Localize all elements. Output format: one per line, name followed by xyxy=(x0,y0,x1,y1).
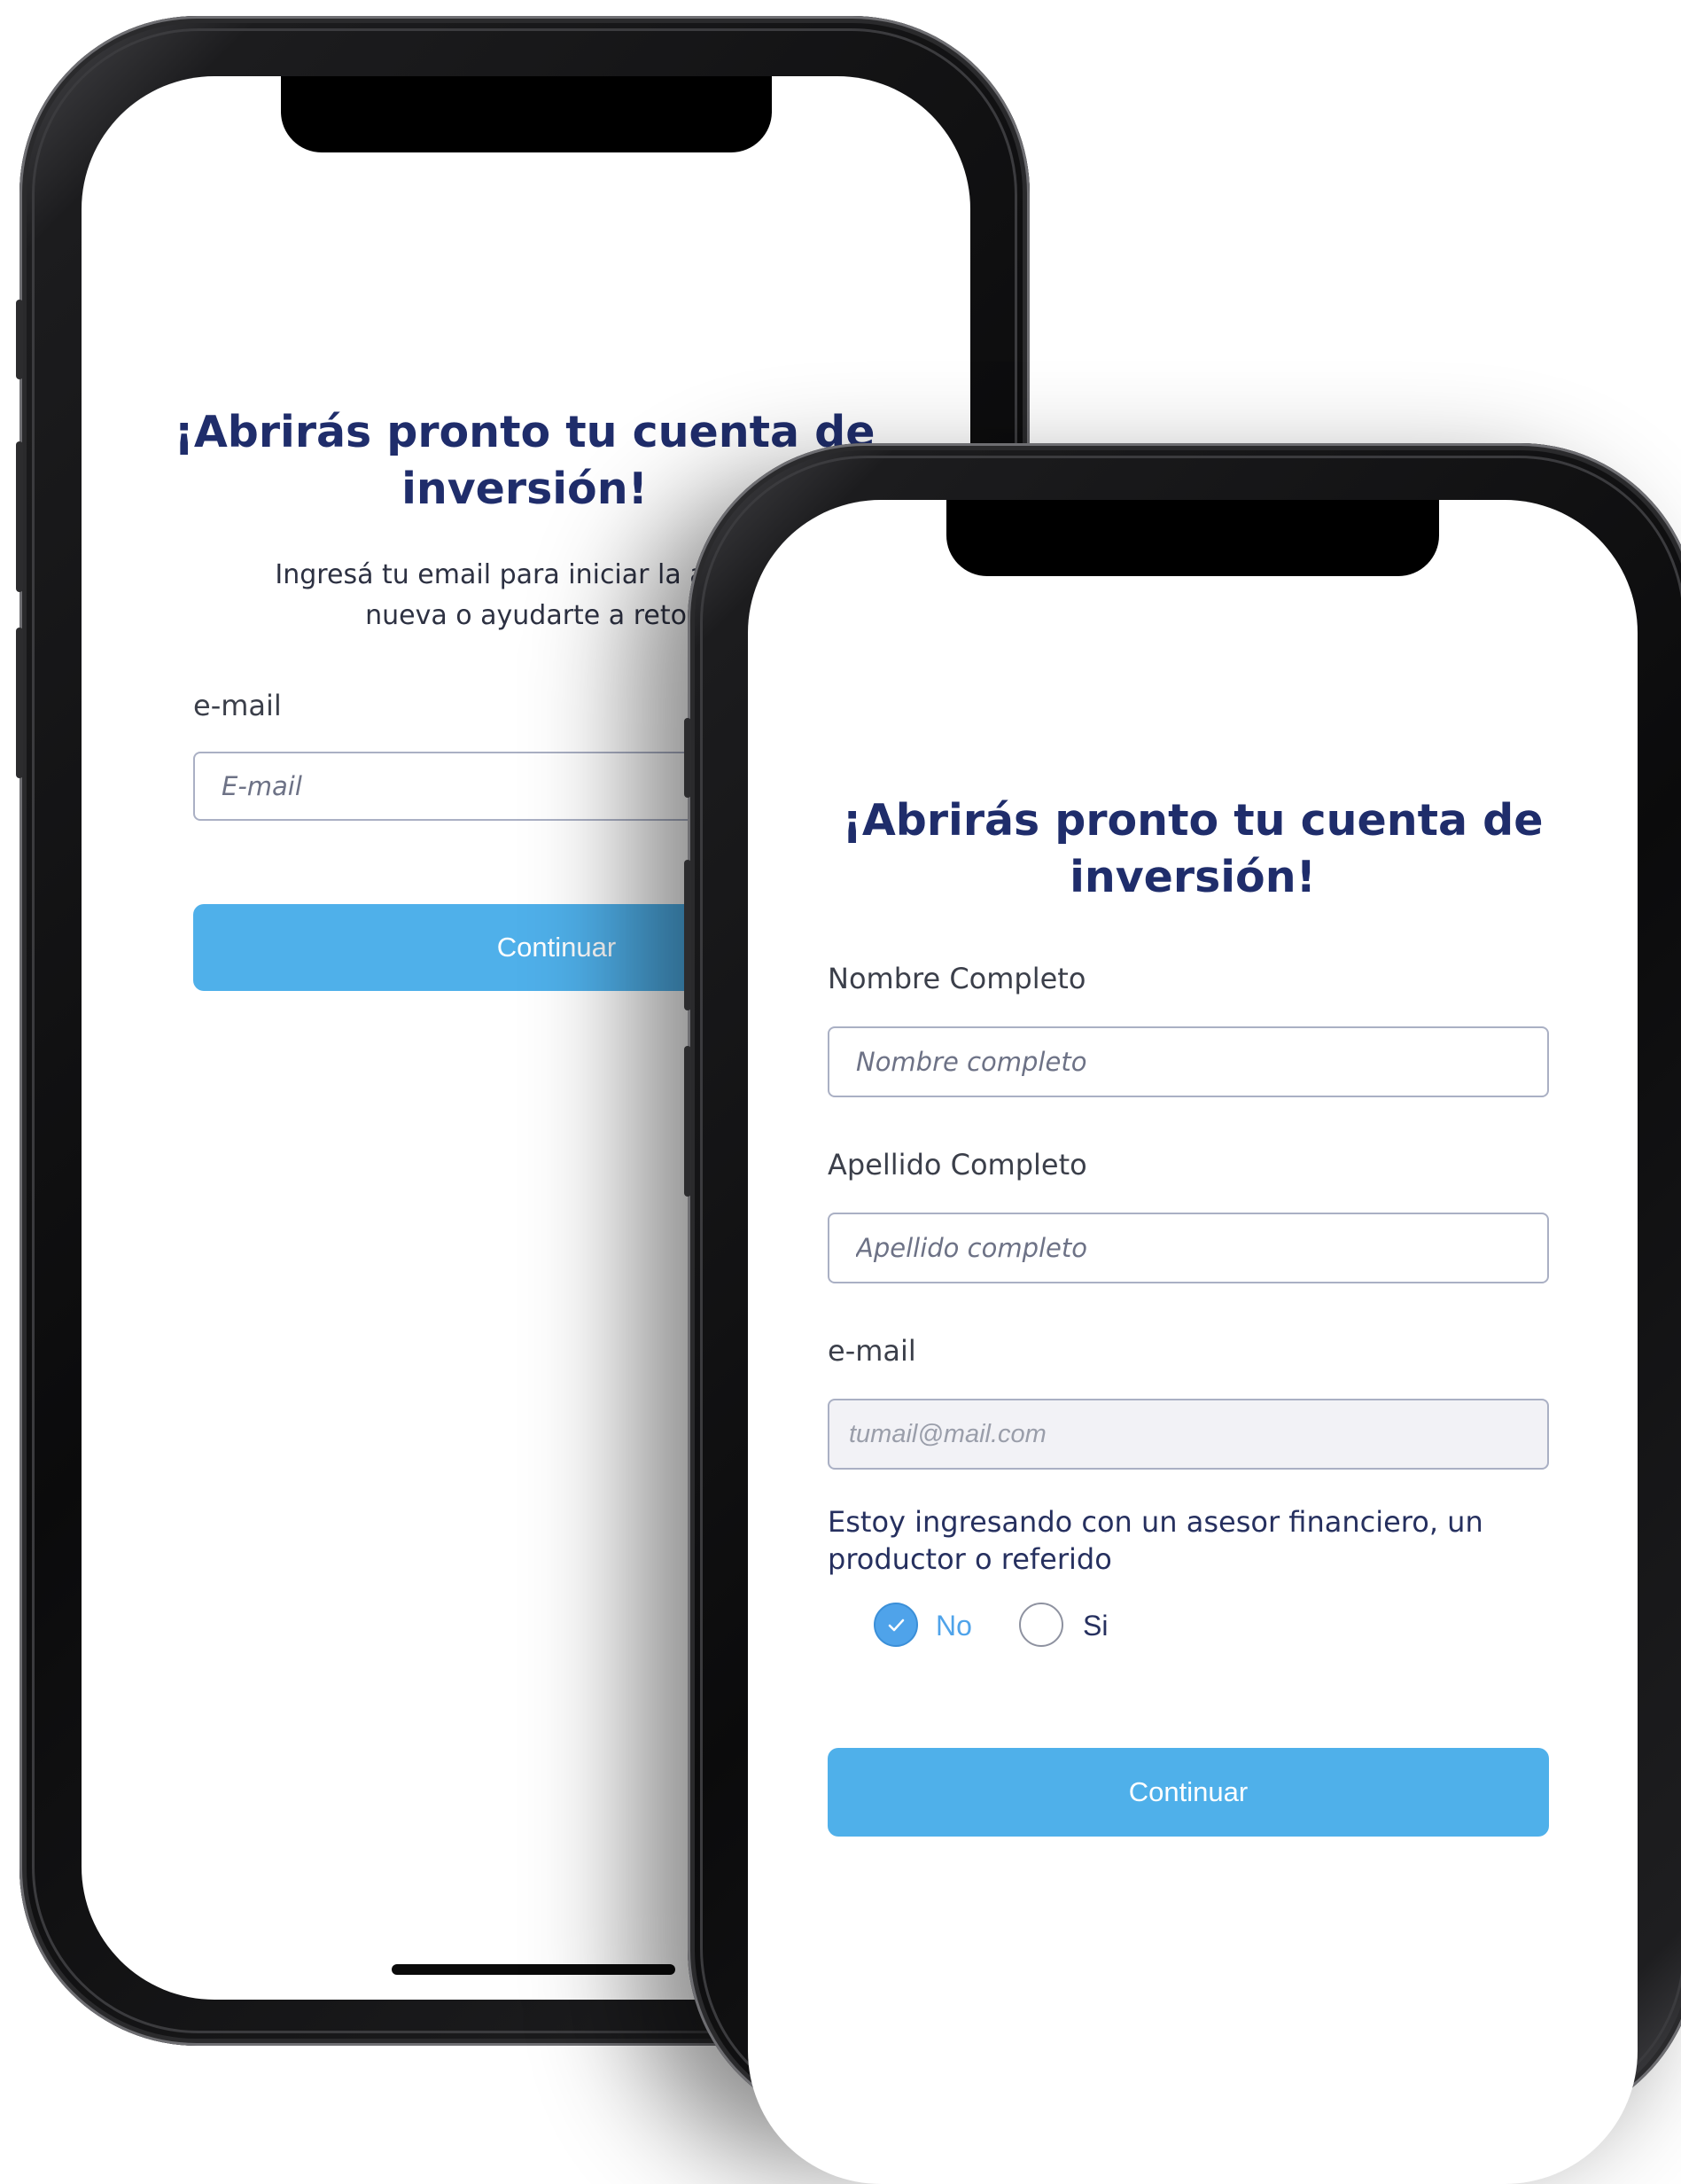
phone-back-volume-up xyxy=(16,441,23,592)
radio-si-label[interactable]: Si xyxy=(1083,1608,1108,1643)
phone-front-screen: ¡Abrirás pronto tu cuenta de inversión! … xyxy=(748,500,1638,2184)
radio-no[interactable] xyxy=(874,1603,918,1647)
phone-front-volume-down xyxy=(684,1046,691,1197)
phone-back-silent-switch xyxy=(16,300,23,379)
advisor-question: Estoy ingresando con un asesor financier… xyxy=(828,1505,1483,1576)
phone-back-volume-down xyxy=(16,628,23,778)
name-field[interactable] xyxy=(828,1026,1549,1097)
phone-back-notch xyxy=(281,76,772,152)
lastname-field[interactable] xyxy=(828,1213,1549,1283)
continue-button[interactable]: Continuar xyxy=(828,1748,1549,1837)
lastname-label: Apellido Completo xyxy=(828,1148,1087,1182)
email-label: e-mail xyxy=(193,689,282,722)
form-title: ¡Abrirás pronto tu cuenta de inversión! xyxy=(842,795,1544,902)
email-field[interactable] xyxy=(828,1399,1549,1470)
radio-si[interactable] xyxy=(1019,1603,1063,1647)
phone-front: ¡Abrirás pronto tu cuenta de inversión! … xyxy=(684,443,1681,2184)
radio-no-label[interactable]: No xyxy=(936,1608,972,1643)
home-indicator xyxy=(392,1964,675,1975)
check-icon xyxy=(888,1618,905,1632)
name-label: Nombre Completo xyxy=(828,962,1086,995)
email-label: e-mail xyxy=(828,1334,916,1368)
phone-front-notch xyxy=(946,500,1439,576)
phone-front-volume-up xyxy=(684,860,691,1010)
phone-front-silent-switch xyxy=(684,718,691,798)
